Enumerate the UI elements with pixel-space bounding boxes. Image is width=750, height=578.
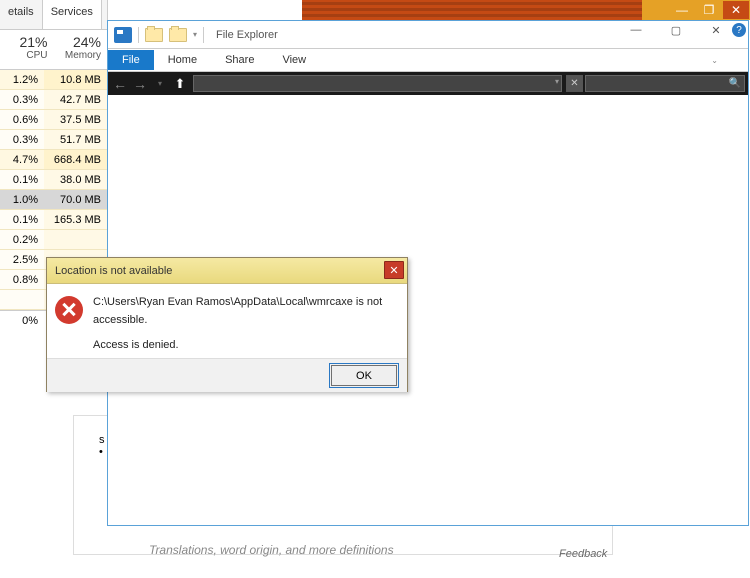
dialog-titlebar[interactable]: Location is not available ✕ xyxy=(47,258,407,284)
mem-cell: 668.4 MB xyxy=(44,150,107,169)
table-row[interactable]: 0.1%165.3 MB xyxy=(0,210,107,230)
cpu-cell: 0.2% xyxy=(0,230,44,249)
cpu-cell: 0.1% xyxy=(0,210,44,229)
search-icon: 🔍 xyxy=(729,78,741,89)
cpu-cell: 0.1% xyxy=(0,170,44,189)
table-row[interactable]: 0.3%51.7 MB xyxy=(0,130,107,150)
table-row[interactable]: 0.1%38.0 MB xyxy=(0,170,107,190)
dialog-close-button[interactable]: ✕ xyxy=(384,261,404,279)
minimize-button[interactable]: — xyxy=(630,24,642,36)
cpu-cell xyxy=(0,290,44,309)
nav-forward-button[interactable]: → xyxy=(131,75,149,93)
mem-cell: 37.5 MB xyxy=(44,110,107,129)
table-row[interactable]: 1.2%10.8 MB xyxy=(0,70,107,90)
ribbon-tab-view[interactable]: View xyxy=(268,50,320,70)
mem-cell: 10.8 MB xyxy=(44,70,107,89)
help-button[interactable]: ? xyxy=(732,23,746,37)
ribbon-tab-share[interactable]: Share xyxy=(211,50,268,70)
bgwin-maximize-button[interactable]: ❐ xyxy=(696,1,722,19)
ok-button[interactable]: OK xyxy=(331,365,397,386)
cpu-cell: 0.6% xyxy=(0,110,44,129)
address-bar-row: ← → ▾ ⬆ ▾ ✕ 🔍 xyxy=(108,72,748,95)
definition-fragment: s• xyxy=(99,434,105,458)
window-title: File Explorer xyxy=(216,29,278,41)
error-dialog: Location is not available ✕ C:\Users\Rya… xyxy=(46,257,408,392)
qat-dropdown-icon[interactable]: ▾ xyxy=(193,30,197,39)
table-row[interactable]: 0.6%37.5 MB xyxy=(0,110,107,130)
nav-back-button[interactable]: ← xyxy=(111,75,129,93)
mem-cell: 38.0 MB xyxy=(44,170,107,189)
address-refresh-button[interactable]: ✕ xyxy=(566,75,583,92)
new-folder-icon[interactable] xyxy=(169,28,187,42)
ribbon-collapse-icon[interactable]: ⌄ xyxy=(711,56,718,65)
dialog-title-text: Location is not available xyxy=(55,265,172,277)
cpu-total-pct: 21% xyxy=(6,34,48,50)
cpu-cell: 2.5% xyxy=(0,250,44,269)
background-window-titlebar: — ❐ ✕ xyxy=(302,0,750,20)
cpu-cell: 0% xyxy=(0,311,44,330)
mem-cell: 51.7 MB xyxy=(44,130,107,149)
column-header-cpu[interactable]: 21% CPU xyxy=(0,30,54,69)
dialog-message: C:\Users\Ryan Evan Ramos\AppData\Local\w… xyxy=(93,294,395,352)
task-manager-header: 21% CPU 24% Memory xyxy=(0,30,107,70)
properties-icon[interactable] xyxy=(145,28,163,42)
column-header-memory[interactable]: 24% Memory xyxy=(54,30,108,69)
tab-services[interactable]: Services xyxy=(42,0,102,29)
error-icon xyxy=(55,296,83,324)
bgwin-minimize-button[interactable]: — xyxy=(669,1,695,19)
memory-label: Memory xyxy=(60,50,102,61)
cpu-cell: 1.0% xyxy=(0,190,44,209)
dialog-button-row: OK xyxy=(47,358,407,392)
definition-expand-link[interactable]: Translations, word origin, and more defi… xyxy=(149,543,394,557)
task-manager-tabs: etails Services xyxy=(0,0,107,30)
close-button[interactable]: ✕ xyxy=(710,24,722,36)
mem-cell: 70.0 MB xyxy=(44,190,107,209)
maximize-button[interactable]: ▢ xyxy=(670,24,682,36)
nav-up-button[interactable]: ⬆ xyxy=(171,75,189,93)
nav-recent-dropdown-icon[interactable]: ▾ xyxy=(151,75,169,93)
background-window-controls: — ❐ ✕ xyxy=(642,0,750,20)
cpu-cell: 4.7% xyxy=(0,150,44,169)
table-row[interactable]: 0.2% xyxy=(0,230,107,250)
bgwin-close-button[interactable]: ✕ xyxy=(723,1,749,19)
cpu-cell: 0.8% xyxy=(0,270,44,289)
cpu-cell: 0.3% xyxy=(0,130,44,149)
ribbon-tab-file[interactable]: File xyxy=(108,50,154,70)
mem-cell: 42.7 MB xyxy=(44,90,107,109)
memory-total-pct: 24% xyxy=(60,34,102,50)
table-row[interactable]: 0.3%42.7 MB xyxy=(0,90,107,110)
separator xyxy=(138,27,139,43)
ribbon-tab-home[interactable]: Home xyxy=(154,50,211,70)
mem-cell xyxy=(44,230,107,249)
explorer-titlebar[interactable]: ▾ File Explorer — ▢ ✕ ? xyxy=(108,21,748,49)
table-row[interactable]: 1.0%70.0 MB xyxy=(0,190,107,210)
window-controls: — ▢ ✕ ? xyxy=(630,23,746,37)
cpu-cell: 1.2% xyxy=(0,70,44,89)
dialog-message-line2: Access is denied. xyxy=(93,337,395,355)
separator xyxy=(203,27,204,43)
mem-cell: 165.3 MB xyxy=(44,210,107,229)
search-input[interactable]: 🔍 xyxy=(585,75,745,92)
cpu-cell: 0.3% xyxy=(0,90,44,109)
address-dropdown-icon[interactable]: ▾ xyxy=(555,77,559,86)
address-input[interactable]: ▾ xyxy=(193,75,562,92)
cpu-label: CPU xyxy=(6,50,48,61)
dialog-message-line1: C:\Users\Ryan Evan Ramos\AppData\Local\w… xyxy=(93,294,395,329)
table-row[interactable]: 4.7%668.4 MB xyxy=(0,150,107,170)
tab-details[interactable]: etails xyxy=(0,0,42,29)
dialog-body: C:\Users\Ryan Evan Ramos\AppData\Local\w… xyxy=(47,284,407,358)
background-window-decor xyxy=(302,0,642,20)
ribbon-tabs: File Home Share View ⌄ xyxy=(108,49,748,72)
feedback-link[interactable]: Feedback xyxy=(559,548,607,560)
quick-access-toolbar: ▾ xyxy=(108,27,210,43)
explorer-app-icon[interactable] xyxy=(114,27,132,43)
